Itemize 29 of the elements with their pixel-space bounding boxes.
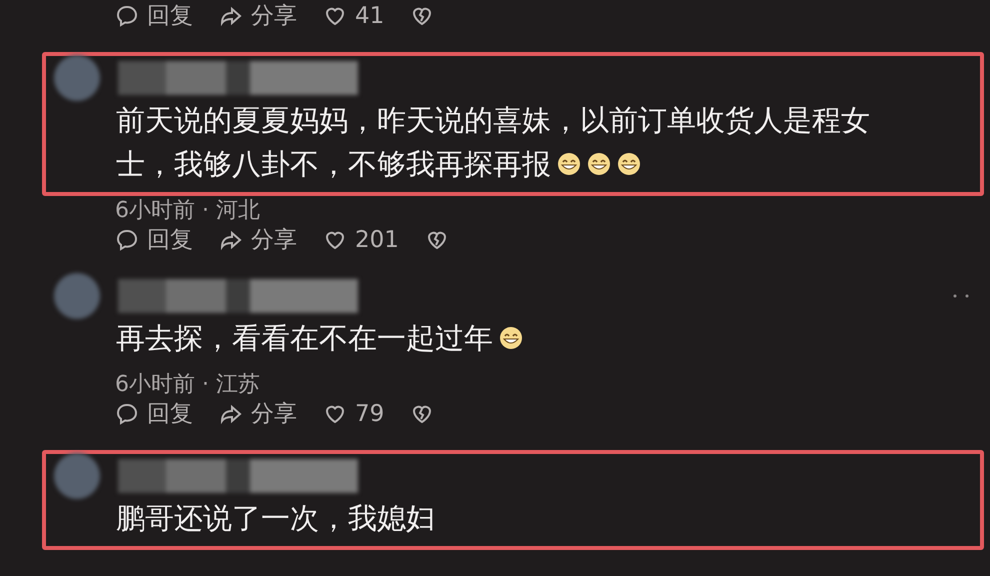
avatar[interactable] — [54, 453, 100, 499]
avatar[interactable] — [54, 55, 100, 101]
comment-text: 鹏哥还说了一次，我媳妇 — [116, 500, 435, 537]
share-button[interactable]: 分享 — [251, 402, 297, 426]
reply-button[interactable]: 回复 — [147, 402, 193, 426]
grin-emoji-icon — [587, 152, 611, 176]
comment-meta: 6小时前 · 江苏 — [115, 371, 260, 399]
share-button[interactable]: 分享 — [251, 228, 297, 252]
like-count: 79 — [355, 402, 384, 426]
grin-emoji-icon — [617, 152, 641, 176]
reply-button[interactable]: 回复 — [147, 228, 193, 252]
grin-emoji-icon — [557, 152, 581, 176]
more-icon[interactable] — [952, 293, 970, 299]
share-button[interactable]: 分享 — [251, 4, 297, 28]
comment-icon[interactable] — [115, 4, 139, 28]
share-icon[interactable] — [219, 4, 243, 28]
comment-text: 前天说的夏夏妈妈，昨天说的喜妹，以前订单收货人是程女 — [116, 102, 870, 139]
share-icon[interactable] — [219, 402, 243, 426]
comment-meta: 6小时前 · 河北 — [115, 197, 260, 225]
avatar[interactable] — [54, 273, 100, 319]
share-icon[interactable] — [219, 228, 243, 252]
reply-button[interactable]: 回复 — [147, 4, 193, 28]
comment-text: 再去探，看看在不在一起过年 — [116, 320, 493, 357]
comment-text: 士，我够八卦不，不够我再探再报 — [116, 146, 551, 183]
grin-emoji-icon — [499, 326, 523, 350]
comment-icon[interactable] — [115, 402, 139, 426]
like-count: 201 — [355, 228, 399, 252]
comment-icon[interactable] — [115, 228, 139, 252]
like-count: 41 — [355, 4, 384, 28]
